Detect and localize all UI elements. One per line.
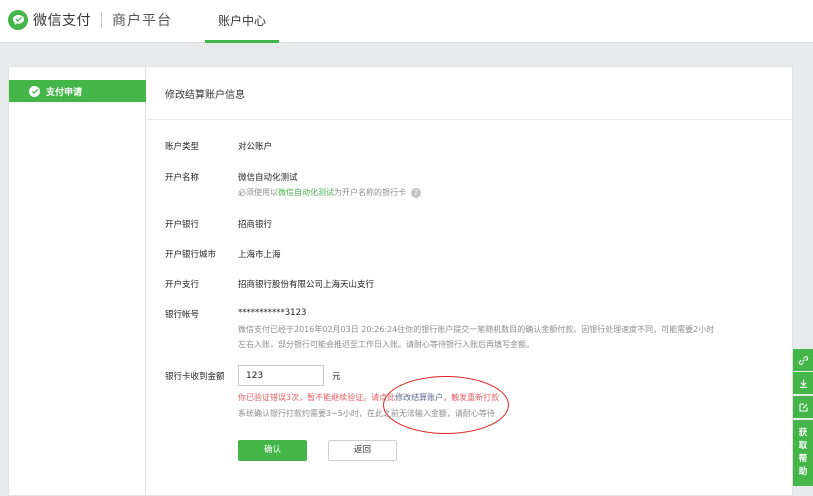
help-char-2: 取 bbox=[798, 441, 808, 451]
account-number-description: 微信支付已经于2016年02月03日 20:26:24往你的银行账户提交一笔随机… bbox=[238, 322, 788, 352]
get-help-button[interactable]: 获 取 帮 助 bbox=[793, 420, 813, 486]
help-char-4: 助 bbox=[798, 467, 808, 477]
account-type-value: 对公账户 bbox=[238, 142, 273, 152]
logo[interactable]: 微信支付 商户平台 bbox=[8, 10, 172, 30]
wechat-pay-icon bbox=[29, 85, 40, 97]
processing-note: 系统确认银行打款约需要3~5小时，在此之前无法输入金额，请耐心等待 bbox=[238, 409, 495, 418]
title-divider bbox=[147, 119, 792, 120]
hint-account-name: 微信自动化测试 bbox=[278, 188, 334, 197]
question-icon[interactable]: ? bbox=[411, 187, 421, 198]
main-card: 支付申请 修改结算账户信息 账户类型 对公账户 开户名称 微信自动化测试 必须使… bbox=[8, 66, 793, 496]
hint-suffix: 为开户名称的银行卡 bbox=[334, 188, 406, 197]
account-number-value: ***********3123 bbox=[238, 308, 307, 318]
link-icon bbox=[798, 351, 809, 370]
bank-label: 开户银行 bbox=[165, 220, 200, 230]
wechat-pay-logo-icon bbox=[8, 10, 28, 30]
tab-account-center[interactable]: 账户中心 bbox=[205, 0, 279, 43]
error-suffix: ，触发重新打款 bbox=[443, 393, 500, 402]
account-number-label: 银行帐号 bbox=[165, 310, 200, 320]
amount-input[interactable] bbox=[238, 365, 324, 386]
sidebar: 支付申请 bbox=[9, 67, 146, 495]
download-icon bbox=[798, 374, 809, 393]
hint-prefix: 必须使用以 bbox=[238, 188, 278, 197]
confirm-button[interactable]: 确认 bbox=[238, 440, 307, 461]
content-panel: 修改结算账户信息 账户类型 对公账户 开户名称 微信自动化测试 必须使用以微信自… bbox=[147, 67, 792, 495]
back-button[interactable]: 返回 bbox=[328, 440, 397, 461]
account-name-value: 微信自动化测试 bbox=[238, 173, 298, 183]
description-line-1: 微信支付已经于2016年02月03日 20:26:24往你的银行账户提交一笔随机… bbox=[238, 325, 715, 334]
bank-city-label: 开户银行城市 bbox=[165, 250, 217, 260]
toolbar-download-button[interactable] bbox=[793, 372, 813, 394]
description-line-2: 左右入账，部分银行可能会推迟至工作日入账。请耐心等待银行入账后再填写金额。 bbox=[238, 340, 534, 349]
bank-value: 招商银行 bbox=[238, 220, 273, 230]
help-char-3: 帮 bbox=[798, 454, 808, 464]
top-bar: 微信支付 商户平台 账户中心 bbox=[0, 0, 813, 43]
help-char-1: 获 bbox=[798, 428, 808, 438]
error-message: 你已验证错误3次，暂不能继续验证。请点此修改结算账户，触发重新打款 bbox=[238, 392, 499, 403]
branch-label: 开户支行 bbox=[165, 280, 200, 290]
account-type-label: 账户类型 bbox=[165, 142, 200, 152]
toolbar-edit-button[interactable] bbox=[793, 396, 813, 418]
amount-label: 银行卡收到金额 bbox=[165, 372, 225, 382]
amount-unit: 元 bbox=[332, 372, 341, 382]
page-title: 修改结算账户信息 bbox=[165, 90, 245, 101]
modify-account-link[interactable]: 修改结算账户 bbox=[395, 393, 443, 402]
platform-name: 商户平台 bbox=[112, 13, 172, 29]
account-name-hint: 必须使用以微信自动化测试为开户名称的银行卡? bbox=[238, 187, 421, 198]
bank-city-value: 上海市上海 bbox=[238, 250, 281, 260]
account-name-label: 开户名称 bbox=[165, 173, 200, 183]
edit-icon bbox=[798, 398, 809, 417]
toolbar-link-button[interactable] bbox=[793, 349, 813, 371]
header-divider bbox=[101, 12, 102, 28]
branch-value: 招商银行股份有限公司上海天山支行 bbox=[238, 280, 375, 290]
brand-name: 微信支付 bbox=[33, 13, 91, 29]
sidebar-item-label: 支付申请 bbox=[46, 87, 83, 98]
sidebar-item-payment-apply[interactable]: 支付申请 bbox=[9, 80, 146, 102]
error-prefix: 你已验证错误3次，暂不能继续验证。请点此 bbox=[238, 393, 396, 402]
